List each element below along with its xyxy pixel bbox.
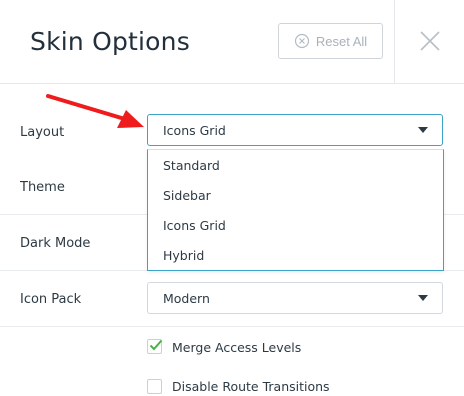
icon-pack-label: Icon Pack [20,292,82,307]
dropdown-option-standard[interactable]: Standard [163,158,220,173]
close-icon[interactable] [419,30,441,52]
merge-access-levels-label: Merge Access Levels [172,340,302,355]
layout-select-value: Icons Grid [163,123,226,138]
panel-header: Skin Options Reset All [0,0,394,84]
theme-label: Theme [20,180,65,195]
icon-pack-select-value: Modern [163,291,210,306]
dropdown-option-sidebar[interactable]: Sidebar [163,188,211,203]
layout-dropdown-list: Standard Sidebar Icons Grid Hybrid [147,149,444,271]
divider [0,326,464,327]
chevron-down-icon [418,127,428,133]
dark-mode-label: Dark Mode [20,236,91,251]
dropdown-option-hybrid[interactable]: Hybrid [163,248,204,263]
chevron-down-icon [418,295,428,301]
layout-label: Layout [20,125,65,140]
circle-x-icon [294,33,309,49]
disable-route-transitions-checkbox[interactable] [147,379,162,394]
page-title: Skin Options [30,27,190,56]
disable-route-transitions-label: Disable Route Transitions [172,379,330,394]
layout-select[interactable]: Icons Grid [147,114,443,146]
reset-all-label: Reset All [315,33,368,49]
checkmark-icon [149,339,163,351]
icon-pack-select[interactable]: Modern [147,282,443,314]
close-column [394,0,464,84]
dropdown-option-icons-grid[interactable]: Icons Grid [163,218,226,233]
merge-access-levels-checkbox[interactable] [147,339,163,354]
reset-all-button[interactable]: Reset All [278,23,383,59]
